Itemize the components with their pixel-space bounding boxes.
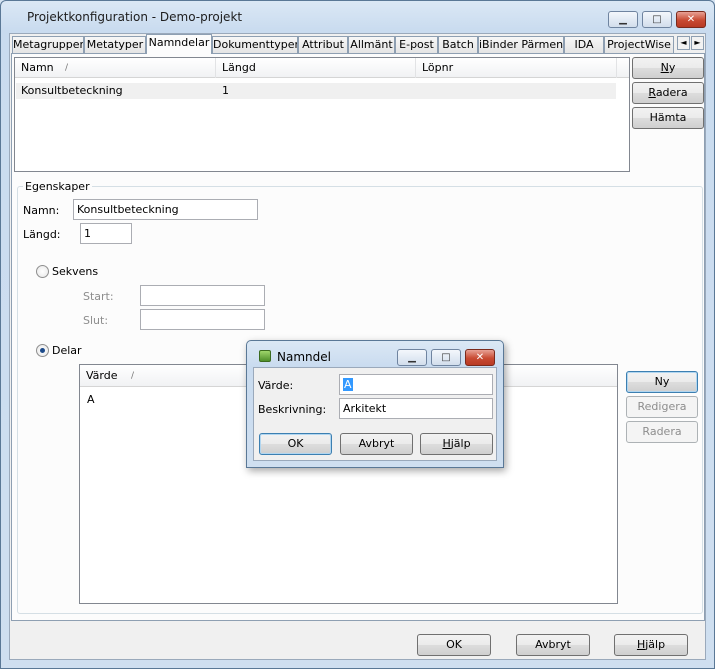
cell-varde: A bbox=[87, 393, 95, 406]
app-icon bbox=[259, 350, 271, 362]
main-window: Projektkonfiguration - Demo-projekt ▁ □ … bbox=[0, 0, 715, 669]
tab-strip: Metagrupper Metatyper Namndelar Dokument… bbox=[12, 34, 705, 54]
sort-indicator: / bbox=[65, 63, 69, 73]
table-row[interactable]: Konsultbeteckning 1 bbox=[16, 83, 616, 99]
dialog-title: Namndel bbox=[277, 350, 331, 364]
ny-button[interactable]: Ny bbox=[632, 57, 704, 79]
delar-label: Delar bbox=[52, 344, 82, 357]
egenskaper-legend: Egenskaper bbox=[23, 180, 92, 193]
sekvens-label: Sekvens bbox=[52, 265, 99, 278]
delar-radera-button[interactable]: Radera bbox=[626, 421, 698, 443]
tab-batch[interactable]: Batch bbox=[438, 36, 478, 54]
avbryt-button[interactable]: Avbryt bbox=[516, 634, 590, 656]
dialog-maximize-button[interactable]: □ bbox=[431, 349, 461, 366]
cell-namn: Konsultbeteckning bbox=[21, 84, 123, 97]
sekvens-radio[interactable] bbox=[36, 265, 49, 278]
slut-label: Slut: bbox=[83, 314, 109, 327]
namndelar-panel: Namn / Längd Löpnr Konsultbeteckning 1 N… bbox=[11, 53, 705, 621]
namndelar-listview[interactable]: Namn / Längd Löpnr Konsultbeteckning 1 bbox=[14, 57, 630, 172]
window-title: Projektkonfiguration - Demo-projekt bbox=[27, 10, 243, 24]
radera-button[interactable]: Radera bbox=[632, 82, 704, 104]
varde-value: A bbox=[343, 378, 353, 391]
dialog-minimize-button[interactable]: ▁ bbox=[397, 349, 427, 366]
dialog-client: Värde: A Beskrivning: Arkitekt OK Avbryt… bbox=[253, 367, 497, 461]
tab-scroll-right-button[interactable]: ► bbox=[691, 36, 704, 50]
close-icon: ✕ bbox=[686, 14, 696, 25]
hjalp-button[interactable]: Hjälp bbox=[614, 634, 688, 656]
beskrivning-label: Beskrivning: bbox=[258, 403, 327, 416]
maximize-button[interactable]: □ bbox=[642, 11, 672, 28]
tab-attribut[interactable]: Attribut bbox=[298, 36, 348, 54]
tab-ida[interactable]: IDA bbox=[564, 36, 604, 54]
namndelar-list-header: Namn / Längd Löpnr bbox=[15, 58, 629, 78]
tab-ibinder-parmen[interactable]: iBinder Pärmen bbox=[478, 36, 564, 54]
ok-button[interactable]: OK bbox=[417, 634, 491, 656]
delar-ny-button[interactable]: Ny bbox=[626, 371, 698, 393]
tab-namndelar[interactable]: Namndelar bbox=[146, 34, 212, 54]
delar-redigera-button[interactable]: Redigera bbox=[626, 396, 698, 418]
delar-radio[interactable] bbox=[36, 344, 49, 357]
sort-indicator: / bbox=[131, 371, 135, 381]
dialog-avbryt-button[interactable]: Avbryt bbox=[340, 433, 413, 455]
close-icon: ✕ bbox=[475, 352, 485, 363]
start-field[interactable] bbox=[140, 285, 265, 306]
namn-field[interactable]: Konsultbeteckning bbox=[73, 199, 258, 220]
dialog-hjalp-button[interactable]: Hjälp bbox=[420, 433, 493, 455]
tab-metatyper[interactable]: Metatyper bbox=[84, 36, 146, 54]
slut-field[interactable] bbox=[140, 309, 265, 330]
maximize-icon: □ bbox=[441, 352, 451, 363]
varde-label: Värde: bbox=[258, 379, 294, 392]
beskrivning-field[interactable]: Arkitekt bbox=[339, 398, 493, 419]
namndel-dialog: Namndel ▁ □ ✕ Värde: A Beskrivning: Arki… bbox=[246, 340, 504, 468]
tab-dokumenttyper[interactable]: Dokumenttyper bbox=[212, 36, 298, 54]
langd-label: Längd: bbox=[23, 228, 61, 241]
varde-field[interactable]: A bbox=[339, 374, 493, 395]
tab-allmant[interactable]: Allmänt bbox=[348, 36, 395, 54]
namn-label: Namn: bbox=[23, 204, 60, 217]
column-header-lopnr[interactable]: Löpnr bbox=[416, 58, 617, 78]
minimize-button[interactable]: ▁ bbox=[608, 11, 638, 28]
start-label: Start: bbox=[83, 290, 114, 303]
minimize-icon: ▁ bbox=[408, 352, 416, 363]
column-header-langd[interactable]: Längd bbox=[216, 58, 416, 78]
dialog-ok-button[interactable]: OK bbox=[259, 433, 332, 455]
tab-projectwise[interactable]: ProjectWise bbox=[604, 36, 674, 54]
radio-selected-dot bbox=[40, 348, 45, 353]
minimize-icon: ▁ bbox=[619, 14, 627, 25]
column-header-namn[interactable]: Namn bbox=[15, 58, 216, 78]
close-button[interactable]: ✕ bbox=[676, 11, 706, 28]
tab-scroll-left-button[interactable]: ◄ bbox=[677, 36, 690, 50]
title-bar[interactable]: Projektkonfiguration - Demo-projekt ▁ □ … bbox=[1, 1, 714, 33]
cell-langd: 1 bbox=[222, 84, 229, 97]
hamta-button[interactable]: Hämta bbox=[632, 107, 704, 129]
maximize-icon: □ bbox=[652, 14, 662, 25]
langd-field[interactable]: 1 bbox=[80, 223, 132, 244]
tab-epost[interactable]: E-post bbox=[395, 36, 438, 54]
dialog-close-button[interactable]: ✕ bbox=[465, 349, 495, 366]
tab-metagrupper[interactable]: Metagrupper bbox=[12, 36, 84, 54]
